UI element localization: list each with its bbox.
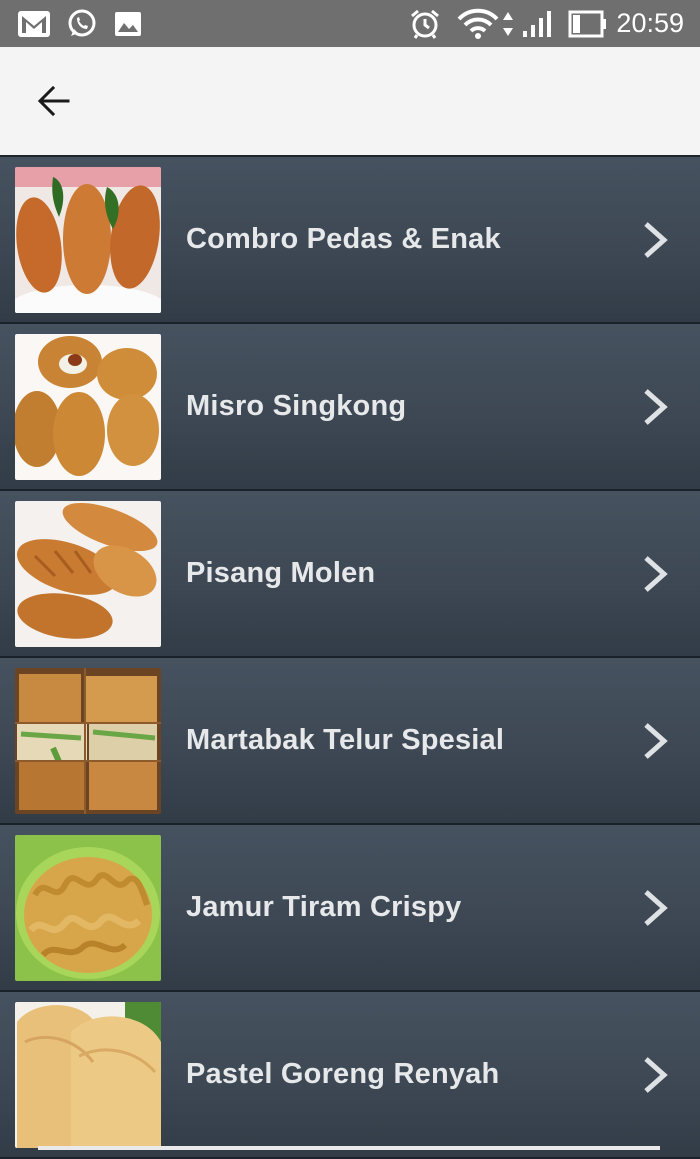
bottom-edge — [38, 1146, 660, 1150]
recipe-list: Combro Pedas & Enak Misro Singkong Pisan… — [0, 157, 700, 1159]
list-item[interactable]: Pastel Goreng Renyah — [0, 992, 700, 1159]
status-bar: 20:59 — [0, 0, 700, 47]
recipe-title: Pisang Molen — [186, 557, 376, 589]
chevron-right-icon — [644, 556, 668, 592]
recipe-thumbnail — [15, 835, 161, 981]
status-time: 20:59 — [616, 8, 684, 38]
chevron-right-icon — [644, 890, 668, 926]
recipe-thumbnail — [15, 1002, 161, 1148]
recipe-title: Martabak Telur Spesial — [186, 724, 505, 756]
chevron-right-icon — [644, 389, 668, 425]
alarm-icon — [408, 0, 442, 47]
gallery-icon — [112, 0, 144, 47]
list-item[interactable]: Misro Singkong — [0, 324, 700, 491]
whatsapp-icon — [64, 0, 100, 47]
recipe-thumbnail — [15, 334, 161, 480]
wifi-icon — [456, 0, 516, 47]
chevron-right-icon — [644, 222, 668, 258]
recipe-thumbnail — [15, 167, 161, 313]
recipe-thumbnail — [15, 668, 161, 814]
recipe-title: Jamur Tiram Crispy — [186, 891, 462, 923]
recipe-title: Pastel Goreng Renyah — [186, 1058, 500, 1090]
back-button[interactable] — [26, 73, 82, 129]
signal-icon — [520, 0, 554, 47]
chevron-right-icon — [644, 1057, 668, 1093]
gmail-icon — [16, 0, 52, 47]
recipe-title: Misro Singkong — [186, 390, 407, 422]
list-item[interactable]: Jamur Tiram Crispy — [0, 825, 700, 992]
recipe-title: Combro Pedas & Enak — [186, 223, 501, 255]
list-item[interactable]: Pisang Molen — [0, 491, 700, 658]
arrow-left-icon — [37, 85, 70, 117]
list-item[interactable]: Combro Pedas & Enak — [0, 157, 700, 324]
chevron-right-icon — [644, 723, 668, 759]
recipe-thumbnail — [15, 501, 161, 647]
battery-icon — [568, 0, 608, 47]
app-bar — [0, 47, 700, 157]
list-item[interactable]: Martabak Telur Spesial — [0, 658, 700, 825]
